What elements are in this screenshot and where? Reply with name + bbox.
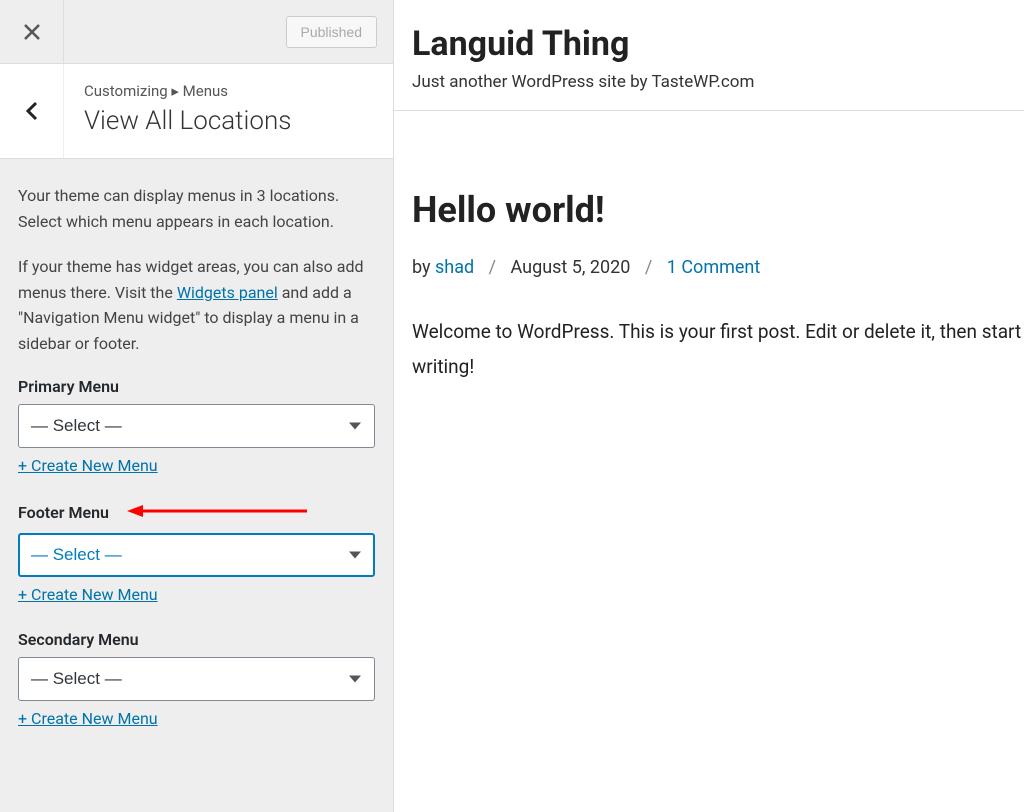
post-comments-link[interactable]: 1 Comment xyxy=(667,257,761,278)
label-text: Primary Menu xyxy=(18,377,119,396)
post-content: Welcome to WordPress. This is your first… xyxy=(412,314,1024,384)
label-text: Footer Menu xyxy=(18,503,109,522)
separator: / xyxy=(489,257,496,278)
menu-location-secondary: Secondary Menu — Select — + Create New M… xyxy=(18,630,375,728)
create-new-menu-link[interactable]: + Create New Menu xyxy=(18,456,158,475)
post-title[interactable]: Hello world! xyxy=(412,189,1024,231)
post-meta: by shad / August 5, 2020 / 1 Comment xyxy=(412,257,1024,278)
close-icon xyxy=(23,23,41,41)
post-by-label: by xyxy=(412,257,435,278)
site-tagline: Just another WordPress site by TasteWP.c… xyxy=(412,72,1024,92)
description-para1: Your theme can display menus in 3 locati… xyxy=(18,183,375,234)
site-title[interactable]: Languid Thing xyxy=(412,24,1024,64)
panel-body: Your theme can display menus in 3 locati… xyxy=(0,159,393,812)
menu-location-footer: Footer Menu — Select — + Create New Menu xyxy=(18,501,375,604)
create-new-menu-link[interactable]: + Create New Menu xyxy=(18,709,158,728)
separator: / xyxy=(645,257,652,278)
footer-menu-select[interactable]: — Select — xyxy=(18,533,375,577)
customizer-sidebar: Published Customizing ▸ Menus View All L… xyxy=(0,0,394,812)
arrow-annotation xyxy=(127,501,307,525)
create-new-menu-link[interactable]: + Create New Menu xyxy=(18,585,158,604)
back-button[interactable] xyxy=(0,64,64,158)
primary-menu-select[interactable]: — Select — xyxy=(18,404,375,448)
menu-location-primary: Primary Menu — Select — + Create New Men… xyxy=(18,377,375,475)
site-header: Languid Thing Just another WordPress sit… xyxy=(394,0,1024,111)
page-title: View All Locations xyxy=(84,106,373,136)
post: Hello world! by shad / August 5, 2020 / … xyxy=(394,111,1024,384)
label-text: Secondary Menu xyxy=(18,630,139,649)
chevron-left-icon xyxy=(24,100,40,122)
close-button[interactable] xyxy=(0,0,64,64)
post-date: August 5, 2020 xyxy=(511,257,631,278)
post-author-link[interactable]: shad xyxy=(435,257,474,278)
menu-location-label: Secondary Menu xyxy=(18,630,375,649)
header-row: Published xyxy=(0,0,393,64)
site-preview: Languid Thing Just another WordPress sit… xyxy=(394,0,1024,812)
breadcrumb-row: Customizing ▸ Menus View All Locations xyxy=(0,64,393,159)
breadcrumb: Customizing ▸ Menus View All Locations xyxy=(64,64,393,158)
widgets-panel-link[interactable]: Widgets panel xyxy=(177,283,278,302)
breadcrumb-path: Customizing ▸ Menus xyxy=(84,82,373,100)
secondary-menu-select[interactable]: — Select — xyxy=(18,657,375,701)
description-para2: If your theme has widget areas, you can … xyxy=(18,254,375,356)
menu-location-label: Primary Menu xyxy=(18,377,375,396)
menu-location-label: Footer Menu xyxy=(18,501,375,525)
publish-button[interactable]: Published xyxy=(286,16,378,48)
